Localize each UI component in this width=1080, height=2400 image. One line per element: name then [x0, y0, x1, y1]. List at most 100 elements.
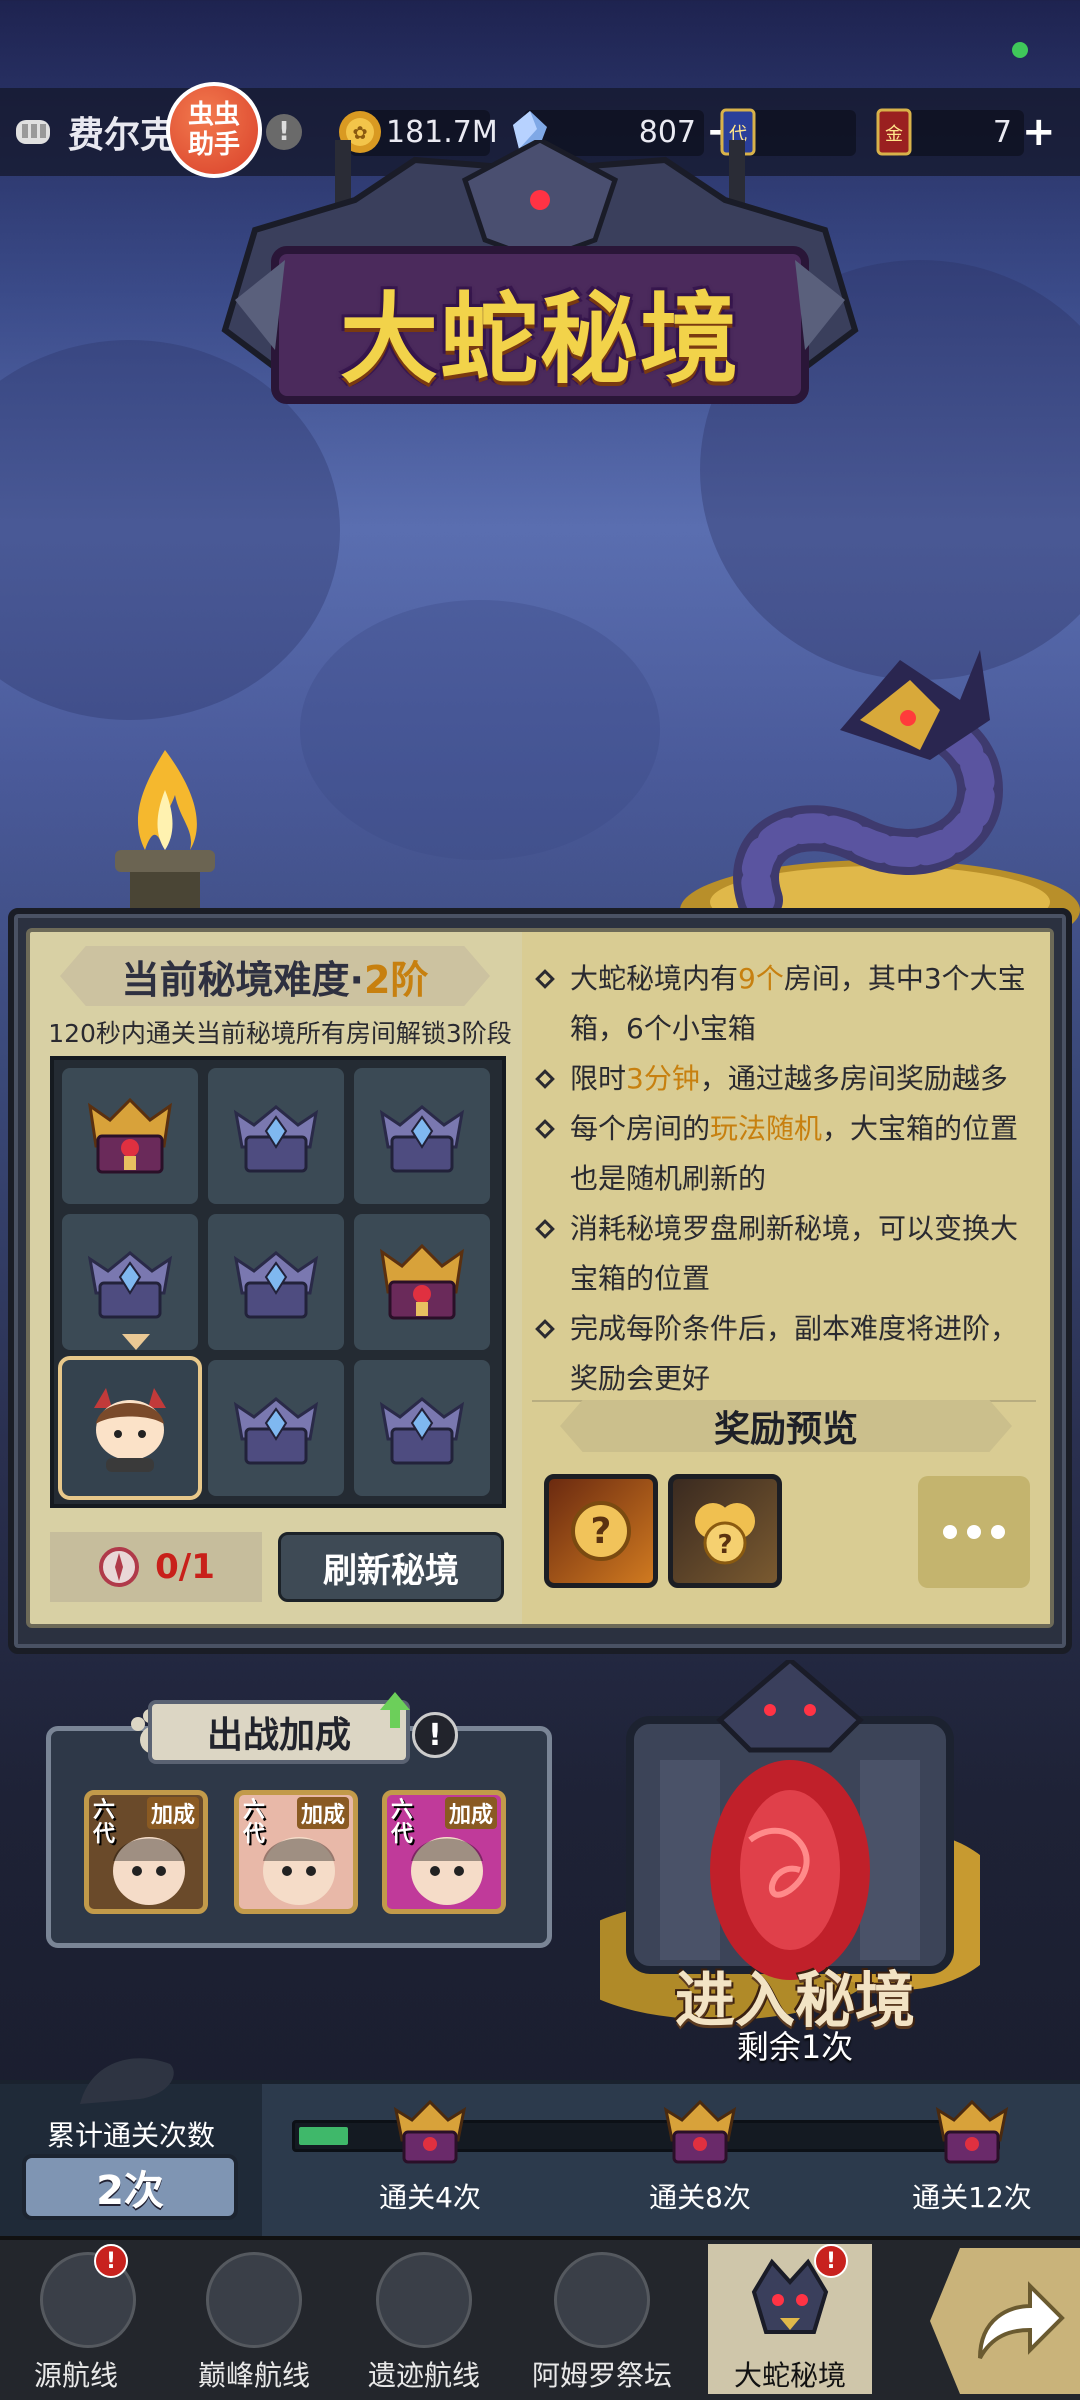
hero-bonus-tag: 加成 — [146, 1797, 199, 1829]
small-chest-room-cell[interactable] — [208, 1214, 344, 1350]
compass-count: 0/1 — [155, 1547, 215, 1587]
current-position-arrow-icon — [122, 1334, 150, 1350]
milestone-label: 通关8次 — [649, 2181, 751, 2214]
hero-room-cell[interactable] — [58, 1356, 202, 1500]
nav-amro-altar[interactable]: 阿姆罗祭坛 — [520, 2244, 684, 2394]
nav-route-icon — [376, 2252, 472, 2348]
clear-count-value: 2次 — [22, 2154, 238, 2220]
rule-text: 限时 — [570, 1062, 627, 1095]
diamond-bullet-icon — [535, 969, 555, 989]
share-button[interactable] — [930, 2248, 1080, 2394]
nav-serpent-realm[interactable]: 大蛇秘境! — [708, 2244, 872, 2394]
nav-ruins-route[interactable]: 遗迹航线 — [342, 2244, 506, 2394]
unlock-condition: 120秒内通关当前秘境所有房间解锁3阶段 — [48, 1019, 512, 1048]
bonus-info-icon[interactable]: ! — [412, 1712, 458, 1758]
small-chest-room-cell[interactable] — [62, 1214, 198, 1350]
diamond-bullet-icon — [535, 1069, 555, 1089]
refresh-dungeon-button[interactable]: 刷新秘境 — [278, 1532, 504, 1602]
compass-icon — [99, 1547, 140, 1587]
reward-preview-banner: 奖励预览 — [560, 1400, 1012, 1452]
rule-text: 每个房间的 — [570, 1112, 711, 1145]
milestone-label: 通关12次 — [912, 2181, 1032, 2214]
hero-avatar-icon — [94, 1388, 166, 1472]
fist-emblem-icon — [8, 105, 62, 159]
reward-mystery-chest[interactable]: ? — [544, 1474, 658, 1588]
room-grid — [50, 1056, 506, 1508]
bonus-hero-card[interactable]: 六代 加成 — [84, 1790, 208, 1914]
bonus-hero-card[interactable]: 六代 加成 — [382, 1790, 506, 1914]
milestone-chest-icon[interactable] — [660, 2092, 740, 2172]
difficulty-banner: 当前秘境难度· 2阶 — [60, 946, 490, 1006]
nav-label: 巅峰航线 — [197, 2359, 310, 2392]
progress-fill — [299, 2127, 348, 2145]
ticket-red-resource: 金 7 + — [868, 102, 1056, 162]
small-chest-room-cell[interactable] — [208, 1360, 344, 1496]
small-chest-icon — [379, 1105, 465, 1173]
ticket-red-add-button[interactable]: + — [1022, 109, 1056, 155]
compass-counter: 0/1 — [50, 1532, 262, 1602]
small-chest-icon — [87, 1251, 173, 1319]
hero-bonus-tag: 加成 — [444, 1797, 497, 1829]
big-chest-icon — [379, 1243, 465, 1320]
svg-text:?: ? — [591, 1511, 612, 1552]
title-sign: 大蛇秘境 — [215, 140, 865, 440]
milestone-chest-icon[interactable] — [932, 2092, 1012, 2172]
nav-label: 大蛇秘境 — [733, 2359, 846, 2392]
small-chest-icon — [233, 1105, 319, 1173]
alert-badge-icon: ! — [814, 2244, 848, 2278]
nav-peak-route[interactable]: 巅峰航线 — [172, 2244, 336, 2394]
hero-generation: 六代 — [391, 1798, 414, 1847]
torch-icon — [115, 750, 215, 920]
cave-rock — [300, 600, 660, 860]
rule-item: 大蛇秘境内有9个房间，其中3个大宝箱，6个小宝箱 — [535, 954, 1044, 1054]
nav-label: 源航线 — [33, 2359, 118, 2392]
diamond-bullet-icon — [535, 1319, 555, 1339]
nav-route-icon — [206, 2252, 302, 2348]
red-ticket-icon: 金 — [868, 106, 920, 158]
rule-item: 完成每阶条件后，副本难度将进阶，奖励会更好 — [535, 1304, 1044, 1404]
nav-label: 阿姆罗祭坛 — [531, 2359, 672, 2392]
rule-text: 大蛇秘境内有 — [570, 962, 739, 995]
rule-highlight: 3分钟 — [626, 1062, 700, 1095]
small-chest-room-cell[interactable] — [354, 1360, 490, 1496]
remaining-attempts: 剩余1次 — [736, 2028, 854, 2066]
share-arrow-icon — [978, 2281, 1065, 2359]
big-chest-room-cell[interactable] — [62, 1068, 198, 1204]
small-chest-icon — [379, 1397, 465, 1465]
rules-list: 大蛇秘境内有9个房间，其中3个大宝箱，6个小宝箱限时3分钟，通过越多房间奖励越多… — [535, 954, 1044, 1404]
snake-head-icon — [80, 2058, 174, 2104]
hero-bonus-tag: 加成 — [296, 1797, 349, 1829]
rule-text: ，通过越多房间奖励越多 — [699, 1062, 1008, 1095]
hero-generation: 六代 — [243, 1798, 266, 1847]
small-chest-icon — [233, 1397, 319, 1465]
status-dot — [1012, 42, 1028, 58]
bonus-hero-card[interactable]: 六代 加成 — [234, 1790, 358, 1914]
nav-label: 遗迹航线 — [367, 2359, 480, 2392]
svg-text:?: ? — [717, 1530, 732, 1560]
more-rewards-button[interactable] — [918, 1476, 1030, 1588]
diamond-bullet-icon — [535, 1119, 555, 1139]
milestone-chest-icon[interactable] — [390, 2092, 470, 2172]
small-chest-room-cell[interactable] — [354, 1068, 490, 1204]
rule-highlight: 9个 — [738, 962, 784, 995]
red-ticket-glyph: 金 — [885, 124, 903, 145]
difficulty-prefix: 当前秘境难度· — [121, 957, 364, 1002]
clear-count-label: 累计通关次数 — [46, 2119, 215, 2152]
player-name: 费尔克 — [68, 115, 177, 156]
small-chest-room-cell[interactable] — [208, 1068, 344, 1204]
diamond-bullet-icon — [535, 1219, 555, 1239]
alert-badge-icon: ! — [94, 2244, 128, 2278]
nav-source-route[interactable]: 源航线! — [6, 2244, 146, 2394]
battle-bonus-title: 出战加成 — [148, 1700, 410, 1764]
rule-text: 完成每阶条件后，副本难度将进阶，奖励会更好 — [570, 1312, 1019, 1395]
milestone-label: 通关4次 — [379, 2181, 481, 2214]
rule-item: 每个房间的玩法随机，大宝箱的位置也是随机刷新的 — [535, 1104, 1044, 1204]
reward-mystery-coins[interactable]: ? — [668, 1474, 782, 1588]
big-chest-room-cell[interactable] — [354, 1214, 490, 1350]
rule-item: 消耗秘境罗盘刷新秘境，可以变换大宝箱的位置 — [535, 1204, 1044, 1304]
big-chest-icon — [87, 1097, 173, 1174]
page-title: 大蛇秘境 — [339, 283, 740, 397]
rule-text: 消耗秘境罗盘刷新秘境，可以变换大宝箱的位置 — [570, 1212, 1019, 1295]
question-mark-icon: ? — [571, 1501, 631, 1561]
hero-generation: 六代 — [93, 1798, 116, 1847]
